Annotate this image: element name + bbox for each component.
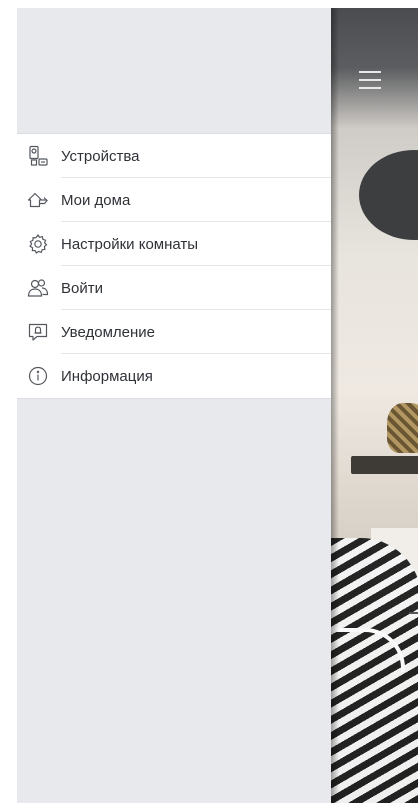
- drawer-menu: Устройства Мои дома Настройки комнаты Во…: [17, 133, 331, 399]
- menu-item-room-settings[interactable]: Настройки комнаты: [17, 222, 331, 266]
- navigation-drawer: Устройства Мои дома Настройки комнаты Во…: [17, 8, 331, 803]
- devices-icon: [27, 145, 49, 167]
- menu-item-label: Войти: [61, 279, 103, 297]
- menu-item-information[interactable]: Информация: [17, 354, 331, 398]
- room-photo-shelf: [351, 456, 418, 474]
- room-photo-vase: [387, 403, 418, 453]
- menu-item-label: Уведомление: [61, 323, 156, 341]
- app-screen: Устройства Мои дома Настройки комнаты Во…: [17, 8, 418, 803]
- menu-item-label: Информация: [61, 367, 153, 385]
- room-photo-detail: [409, 612, 418, 614]
- menu-item-label: Устройства: [61, 147, 140, 165]
- users-icon: [27, 277, 49, 299]
- gear-icon: [27, 233, 49, 255]
- menu-item-login[interactable]: Войти: [17, 266, 331, 310]
- notification-icon: [27, 321, 49, 343]
- drawer-shadow: [331, 8, 339, 803]
- main-content-pane[interactable]: [331, 8, 418, 803]
- room-photo-lamp: [359, 150, 418, 240]
- menu-item-notifications[interactable]: Уведомление: [17, 310, 331, 354]
- info-icon: [27, 365, 49, 387]
- menu-icon[interactable]: [359, 71, 381, 89]
- menu-item-label: Мои дома: [61, 191, 131, 209]
- menu-item-devices[interactable]: Устройства: [17, 134, 331, 178]
- menu-item-my-homes[interactable]: Мои дома: [17, 178, 331, 222]
- menu-item-label: Настройки комнаты: [61, 235, 199, 253]
- home-icon: [27, 189, 49, 211]
